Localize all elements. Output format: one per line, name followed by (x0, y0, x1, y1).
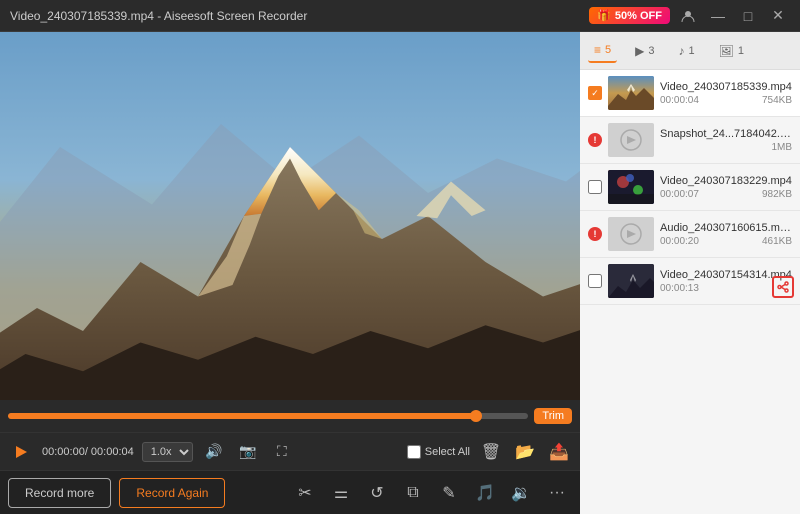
edit-tool[interactable]: ✎ (434, 478, 464, 508)
list-item[interactable]: ✓ (580, 70, 800, 117)
right-panel: ≡ 5 ▶ 3 ♪ 1 🖼 1 ✓ (580, 32, 800, 514)
folder-button[interactable]: 📂 (512, 439, 538, 465)
file-info: Audio_240307160615.mp3 00:00:20 461KB (660, 222, 792, 247)
file-meta: 00:00:04 754KB (660, 95, 792, 106)
promo-text: 50% OFF (615, 10, 662, 22)
file-thumbnail (608, 264, 654, 298)
list-item[interactable]: ! Snapshot_24...7184042.png 1MB (580, 117, 800, 164)
record-again-button[interactable]: Record Again (119, 478, 225, 508)
list-item[interactable]: ! Audio_240307160615.mp3 00:00:20 461KB (580, 211, 800, 258)
file-size: 754KB (762, 95, 792, 106)
select-all-area: Select All (407, 445, 470, 459)
all-tab-count: 5 (605, 44, 611, 56)
file-thumbnail (608, 217, 654, 251)
promo-badge[interactable]: 🎁 50% OFF (589, 7, 670, 24)
record-more-button[interactable]: Record more (8, 478, 111, 508)
fullscreen-icon[interactable]: ⛶ (269, 439, 295, 465)
tab-all[interactable]: ≡ 5 (588, 39, 617, 63)
video-preview (0, 32, 580, 400)
progress-thumb (470, 410, 482, 422)
file-thumbnail (608, 123, 654, 157)
gift-icon: 🎁 (597, 9, 611, 22)
volume-tool[interactable]: 🔉 (506, 478, 536, 508)
file-thumbnail (608, 76, 654, 110)
file-name: Snapshot_24...7184042.png (660, 128, 792, 140)
time-display: 00:00:00/ 00:00:04 (42, 446, 134, 458)
bottom-tools: ✂ ⚌ ↺ ⧉ ✎ 🎵 🔉 ··· (290, 478, 572, 508)
file-info: Video_240307183229.mp4 00:00:07 982KB (660, 175, 792, 200)
file-list: ✓ (580, 70, 800, 514)
speed-select[interactable]: 0.5x 1.0x 1.5x 2.0x (142, 442, 193, 462)
list-item[interactable]: Video_240307154314.mp4 00:00:13 (580, 258, 800, 305)
file-name: Video_240307185339.mp4 (660, 81, 792, 93)
user-button[interactable] (676, 4, 700, 28)
progress-bar[interactable] (8, 413, 528, 419)
file-name: Audio_240307160615.mp3 (660, 222, 792, 234)
title-bar-left: Video_240307185339.mp4 - Aiseesoft Scree… (10, 9, 307, 23)
camera-icon[interactable]: 📷 (235, 439, 261, 465)
list-item[interactable]: Video_240307183229.mp4 00:00:07 982KB (580, 164, 800, 211)
audio-tab-icon: ♪ (679, 44, 685, 58)
video-tab-count: 3 (648, 45, 654, 57)
rotate-tool[interactable]: ↺ (362, 478, 392, 508)
file-size: 982KB (762, 189, 792, 200)
maximize-button[interactable]: □ (736, 4, 760, 28)
title-bar-right: 🎁 50% OFF — □ ✕ (589, 4, 790, 28)
file-size: 1MB (771, 142, 792, 153)
copy-tool[interactable]: ⧉ (398, 478, 428, 508)
error-icon: ! (588, 227, 602, 241)
app-title: Video_240307185339.mp4 - Aiseesoft Scree… (10, 9, 307, 23)
panel-tabs: ≡ 5 ▶ 3 ♪ 1 🖼 1 (580, 32, 800, 70)
checked-icon: ✓ (588, 86, 602, 100)
file-thumbnail (608, 170, 654, 204)
all-tab-icon: ≡ (594, 43, 601, 57)
file-meta: 00:00:07 982KB (660, 189, 792, 200)
file-size: 461KB (762, 236, 792, 247)
equalizer-tool[interactable]: ⚌ (326, 478, 356, 508)
file-info: Video_240307185339.mp4 00:00:04 754KB (660, 81, 792, 106)
bottom-bar: Record more Record Again ✂ ⚌ ↺ ⧉ ✎ 🎵 🔉 ·… (0, 470, 580, 514)
video-area (0, 32, 580, 400)
cut-tool[interactable]: ✂ (290, 478, 320, 508)
tab-video[interactable]: ▶ 3 (629, 40, 660, 62)
share-button[interactable]: 📤 (546, 439, 572, 465)
volume-icon[interactable]: 🔊 (201, 439, 227, 465)
file-duration: 00:00:04 (660, 95, 699, 106)
audio-tool[interactable]: 🎵 (470, 478, 500, 508)
file-duration: 00:00:13 (660, 283, 699, 294)
error-icon: ! (588, 133, 602, 147)
timeline-area: Trim (0, 400, 580, 432)
trim-button[interactable]: Trim (534, 408, 572, 424)
file-meta: 1MB (660, 142, 792, 153)
audio-tab-count: 1 (689, 45, 695, 57)
play-button[interactable] (8, 439, 34, 465)
select-all-label: Select All (425, 446, 470, 458)
tab-image[interactable]: 🖼 1 (713, 40, 750, 62)
file-info: Snapshot_24...7184042.png 1MB (660, 128, 792, 153)
video-tab-icon: ▶ (635, 44, 644, 58)
file-meta: 00:00:20 461KB (660, 236, 792, 247)
file-duration: 00:00:20 (660, 236, 699, 247)
playback-controls: 00:00:00/ 00:00:04 0.5x 1.0x 1.5x 2.0x 🔊… (0, 432, 580, 470)
select-all-checkbox[interactable] (407, 445, 421, 459)
minimize-button[interactable]: — (706, 4, 730, 28)
main-layout: Trim 00:00:00/ 00:00:04 0.5x 1.0x 1.5x 2… (0, 32, 800, 514)
file-name: Video_240307183229.mp4 (660, 175, 792, 187)
item-checkbox[interactable] (588, 180, 602, 194)
file-duration: 00:00:07 (660, 189, 699, 200)
video-panel: Trim 00:00:00/ 00:00:04 0.5x 1.0x 1.5x 2… (0, 32, 580, 514)
image-tab-count: 1 (738, 45, 744, 57)
progress-fill (8, 413, 476, 419)
image-tab-icon: 🖼 (719, 44, 734, 58)
title-bar: Video_240307185339.mp4 - Aiseesoft Scree… (0, 0, 800, 32)
close-button[interactable]: ✕ (766, 4, 790, 28)
delete-button[interactable]: 🗑 (478, 439, 504, 465)
item-share-button[interactable] (772, 276, 794, 298)
more-tool[interactable]: ··· (542, 478, 572, 508)
tab-audio[interactable]: ♪ 1 (673, 40, 701, 62)
item-checkbox[interactable] (588, 274, 602, 288)
